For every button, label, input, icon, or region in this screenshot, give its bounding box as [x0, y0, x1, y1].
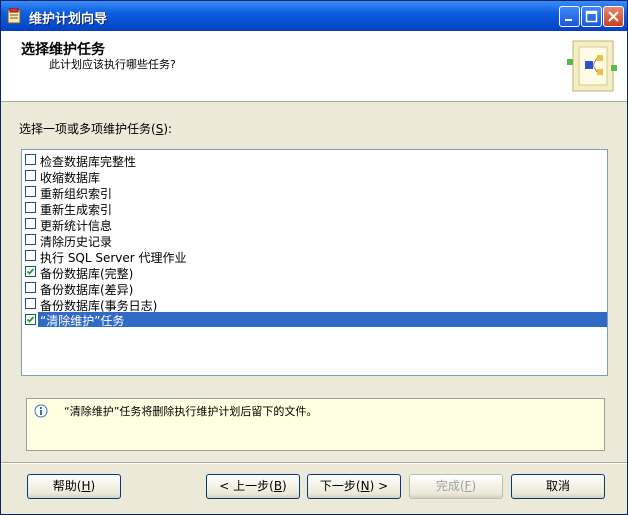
task-list-item[interactable]: 重新生成索引 — [22, 200, 607, 217]
task-listbox[interactable]: 检查数据库完整性 收缩数据库 重新组织索引 重新生成索引 更新统计信息 清除历史记录 执行 … — [21, 149, 608, 376]
minimize-icon — [565, 19, 572, 21]
task-label: “清除维护”任务 — [38, 312, 607, 328]
info-icon — [34, 404, 48, 418]
task-list-item[interactable]: 备份数据库(差异) — [22, 280, 607, 297]
task-checkbox[interactable] — [25, 154, 36, 165]
footer-separator — [1, 462, 627, 464]
title-bar[interactable]: 维护计划向导 — [1, 1, 627, 31]
window-title: 维护计划向导 — [29, 12, 108, 27]
page-subtitle: 此计划应该执行哪些任务? — [49, 58, 176, 71]
task-checkbox[interactable] — [25, 282, 36, 293]
back-button[interactable]: < 上一步(B) — [206, 474, 300, 499]
task-list-item[interactable]: 备份数据库(事务日志) — [22, 296, 607, 313]
info-text: “清除维护”任务将删除执行维护计划后留下的文件。 — [64, 405, 318, 418]
wizard-window: 维护计划向导 选择维护任务 此计划应该执行哪些任务? 选择一项或多项维护任务(S… — [0, 0, 628, 515]
checkmark-icon — [26, 268, 35, 275]
wizard-header: 选择维护任务 此计划应该执行哪些任务? — [1, 31, 627, 102]
task-list-label: 选择一项或多项维护任务(S): — [19, 122, 173, 136]
task-list-item[interactable]: 清除历史记录 — [22, 232, 607, 249]
wizard-banner-icon — [567, 40, 617, 92]
help-button[interactable]: 帮助(H) — [27, 474, 121, 499]
task-checkbox[interactable] — [25, 250, 36, 261]
task-list-item[interactable]: 收缩数据库 — [22, 168, 607, 185]
task-checkbox[interactable] — [25, 234, 36, 245]
minimize-button[interactable] — [559, 6, 580, 27]
wizard-app-icon — [7, 8, 21, 24]
close-icon — [608, 11, 619, 22]
task-checkbox[interactable] — [25, 314, 36, 325]
checkmark-icon — [26, 316, 35, 323]
info-panel: “清除维护”任务将删除执行维护计划后留下的文件。 — [26, 398, 605, 451]
task-list-item[interactable]: 备份数据库(完整) — [22, 264, 607, 281]
next-button[interactable]: 下一步(N) > — [307, 474, 401, 499]
task-checkbox[interactable] — [25, 170, 36, 181]
task-list-item[interactable]: 执行 SQL Server 代理作业 — [22, 248, 607, 265]
task-list-item[interactable]: 重新组织索引 — [22, 184, 607, 201]
maximize-button[interactable] — [581, 6, 602, 27]
task-checkbox[interactable] — [25, 266, 36, 277]
task-checkbox[interactable] — [25, 218, 36, 229]
close-button[interactable] — [603, 6, 624, 27]
task-list-item[interactable]: 检查数据库完整性 — [22, 152, 607, 169]
task-checkbox[interactable] — [25, 186, 36, 197]
task-checkbox[interactable] — [25, 298, 36, 309]
task-list-item[interactable]: 更新统计信息 — [22, 216, 607, 233]
finish-button[interactable]: 完成(F) — [409, 474, 503, 499]
task-list-item[interactable]: “清除维护”任务 — [22, 312, 607, 328]
task-checkbox[interactable] — [25, 202, 36, 213]
cancel-button[interactable]: 取消 — [511, 474, 605, 499]
maximize-icon — [585, 10, 598, 23]
